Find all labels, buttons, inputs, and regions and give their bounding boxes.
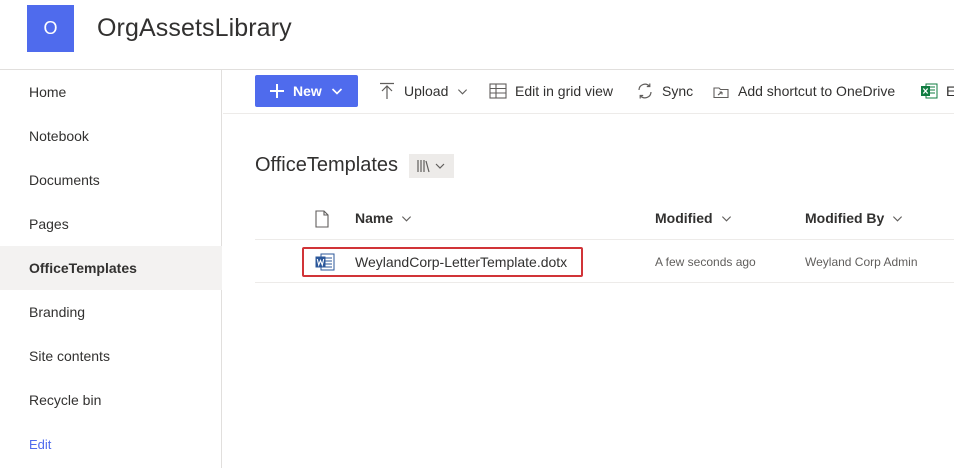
nav-item-label: Branding — [29, 304, 86, 320]
column-header-modified-by[interactable]: Modified By — [805, 210, 903, 226]
sync-label: Sync — [662, 83, 694, 99]
excel-icon — [920, 82, 938, 100]
nav-edit-link[interactable]: Edit — [0, 422, 222, 466]
column-header-label: Modified — [655, 210, 713, 226]
file-type-icon[interactable] — [315, 210, 329, 228]
command-bar: New Upload Edit in grid view Sync Add sh… — [223, 70, 954, 114]
chevron-down-icon — [331, 88, 342, 95]
nav-item-label: OfficeTemplates — [29, 260, 137, 276]
site-logo[interactable]: O — [27, 5, 74, 52]
chevron-down-icon — [893, 215, 903, 222]
file-name-link[interactable]: WeylandCorp-LetterTemplate.dotx — [355, 254, 567, 270]
export-excel-button[interactable]: E — [920, 80, 954, 102]
chevron-down-icon — [458, 88, 468, 95]
nav-item-label: Site contents — [29, 348, 110, 364]
column-header-name[interactable]: Name — [355, 210, 412, 226]
grid-icon — [489, 82, 507, 100]
library-view-icon — [416, 160, 444, 173]
nav-item-documents[interactable]: Documents — [0, 158, 222, 202]
upload-label: Upload — [404, 83, 449, 99]
add-shortcut-onedrive-button[interactable]: Add shortcut to OneDrive — [712, 80, 895, 102]
edit-grid-view-label: Edit in grid view — [515, 83, 614, 99]
shortcut-icon — [712, 82, 730, 100]
site-header: O OrgAssetsLibrary — [0, 0, 954, 70]
sync-button[interactable]: Sync — [636, 80, 693, 102]
library-title: OfficeTemplates — [255, 154, 399, 176]
edit-grid-view-button[interactable]: Edit in grid view — [489, 80, 613, 102]
modified-value: A few seconds ago — [655, 255, 756, 269]
nav-edit-label: Edit — [29, 436, 52, 452]
nav-item-recycle-bin[interactable]: Recycle bin — [0, 378, 222, 422]
export-label: E — [946, 83, 954, 99]
table-header: Name Modified Modified By — [255, 198, 954, 240]
nav-item-branding[interactable]: Branding — [0, 290, 222, 334]
nav-item-officetemplates[interactable]: OfficeTemplates — [0, 246, 222, 290]
column-header-modified[interactable]: Modified — [655, 210, 732, 226]
plus-icon — [270, 84, 284, 98]
nav-item-notebook[interactable]: Notebook — [0, 114, 222, 158]
chevron-down-icon — [402, 215, 412, 222]
nav-item-label: Pages — [29, 216, 69, 232]
column-header-label: Name — [355, 210, 394, 226]
new-button[interactable]: New — [255, 75, 358, 107]
nav-item-label: Documents — [29, 172, 100, 188]
nav-item-site-contents[interactable]: Site contents — [0, 334, 222, 378]
nav-item-label: Notebook — [29, 128, 89, 144]
site-title[interactable]: OrgAssetsLibrary — [97, 14, 292, 43]
left-navigation: Home Notebook Documents Pages OfficeTemp… — [0, 70, 222, 468]
nav-item-home[interactable]: Home — [0, 70, 222, 114]
sync-icon — [636, 82, 654, 100]
nav-item-label: Home — [29, 84, 67, 100]
chevron-down-icon — [721, 215, 731, 222]
table-row[interactable]: WeylandCorp-LetterTemplate.dotx A few se… — [255, 241, 954, 283]
view-switcher[interactable] — [409, 154, 454, 178]
add-shortcut-label: Add shortcut to OneDrive — [738, 83, 896, 99]
column-header-label: Modified By — [805, 210, 885, 226]
word-icon — [315, 253, 335, 271]
upload-arrow-icon — [378, 82, 396, 100]
modified-by-value[interactable]: Weyland Corp Admin — [805, 255, 918, 269]
nav-item-label: Recycle bin — [29, 392, 102, 408]
new-button-label: New — [293, 83, 322, 99]
upload-button[interactable]: Upload — [378, 80, 468, 102]
nav-item-pages[interactable]: Pages — [0, 202, 222, 246]
